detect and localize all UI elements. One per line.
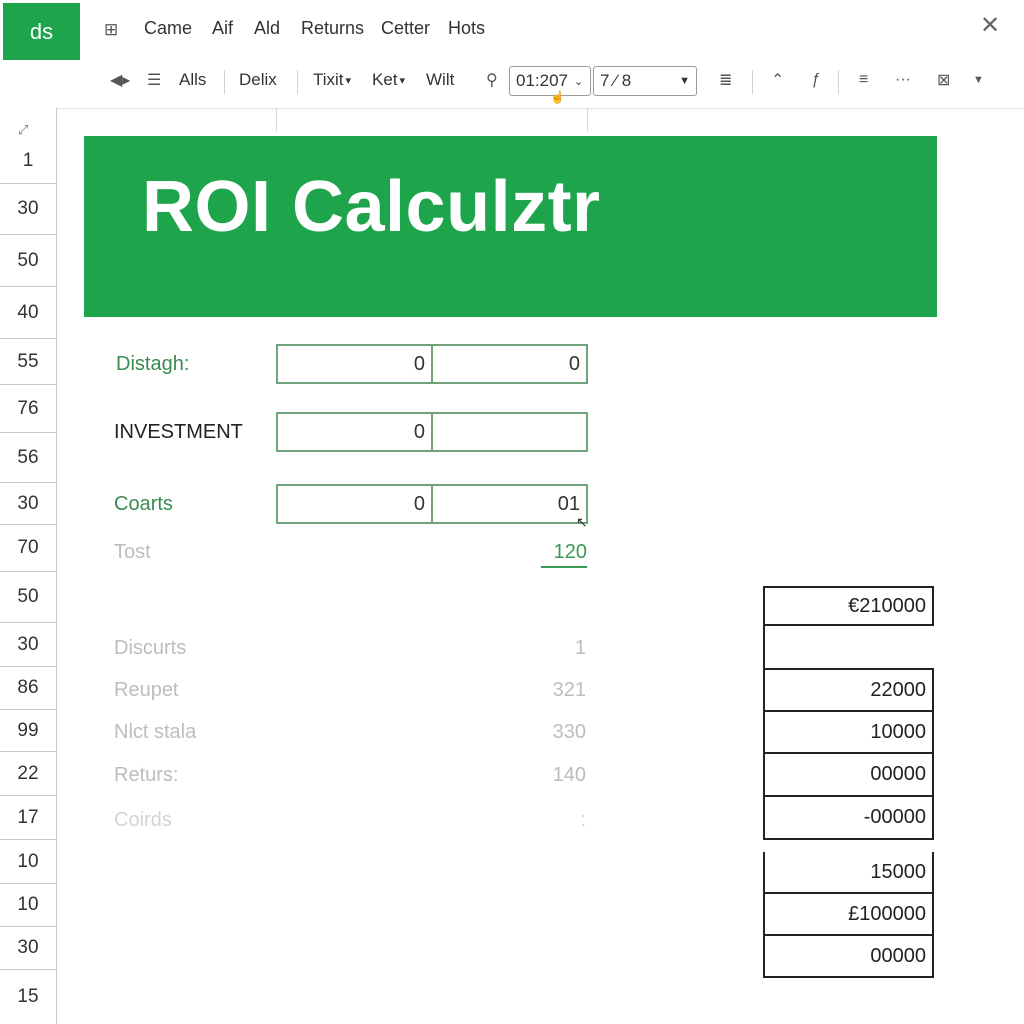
- input-label: Distagh:: [116, 353, 190, 375]
- row-header[interactable]: 15: [0, 970, 56, 1024]
- chevron-down-icon: ▼: [679, 75, 690, 87]
- summary-value: :: [580, 809, 586, 831]
- align-icon[interactable]: ≡: [859, 68, 868, 92]
- value-cell[interactable]: [763, 624, 934, 670]
- row-header[interactable]: 30: [0, 184, 56, 235]
- row-header[interactable]: 30: [0, 483, 56, 525]
- value-cell[interactable]: 15000: [763, 852, 934, 894]
- app-logo: ds: [3, 3, 80, 60]
- total-label: Tost: [114, 541, 151, 563]
- row-header[interactable]: 17: [0, 796, 56, 840]
- row-header[interactable]: 50: [0, 572, 56, 623]
- input-label: Coarts: [114, 493, 173, 515]
- toolbar-separator: [752, 70, 753, 94]
- row-header[interactable]: 50: [0, 235, 56, 287]
- sheet-title: ROI Calculztr: [142, 167, 601, 247]
- row-header[interactable]: 99: [0, 710, 56, 752]
- row-header[interactable]: 1: [0, 108, 56, 184]
- input-cell[interactable]: 0: [432, 344, 588, 384]
- total-value[interactable]: 120: [541, 541, 587, 568]
- value-cell[interactable]: -00000: [763, 795, 934, 840]
- column-separator: [276, 108, 277, 132]
- summary-label: Coirds: [114, 809, 172, 831]
- menu-item-hots[interactable]: Hots: [448, 18, 485, 39]
- page-icon[interactable]: ⊞: [104, 20, 118, 40]
- summary-value: 330: [552, 721, 586, 743]
- undo-icon[interactable]: ◀▸: [110, 68, 130, 92]
- menu-item-came[interactable]: Came: [144, 18, 192, 39]
- caret-up-icon[interactable]: ⌃: [771, 68, 784, 92]
- row-header[interactable]: 86: [0, 667, 56, 710]
- row-header[interactable]: 10: [0, 840, 56, 884]
- menu-item-ald[interactable]: Ald: [254, 18, 280, 39]
- summary-label: Returs:: [114, 764, 179, 786]
- more-icon[interactable]: ···: [895, 68, 911, 92]
- row-header[interactable]: 76: [0, 385, 56, 433]
- summary-label: Discurts: [114, 637, 187, 659]
- toolbar-alls[interactable]: Alls: [179, 68, 206, 92]
- summary-label: Nlct stala: [114, 721, 197, 743]
- list-icon[interactable]: ☰: [147, 68, 161, 92]
- menu-item-aif[interactable]: Aif: [212, 18, 233, 39]
- chevron-down-icon[interactable]: ▼: [973, 68, 984, 92]
- summary-value: 1: [574, 637, 586, 659]
- input-label: INVESTMENT: [114, 421, 243, 443]
- toolbar-wilt[interactable]: Wilt: [426, 68, 454, 92]
- input-cell[interactable]: [432, 412, 588, 452]
- column-separator: [587, 108, 588, 132]
- row-header[interactable]: 10: [0, 884, 56, 927]
- value-cell[interactable]: 00000: [763, 934, 934, 978]
- toolbar-ket-dropdown[interactable]: Ket ▾: [372, 68, 405, 92]
- value-cell[interactable]: 00000: [763, 752, 934, 797]
- chevron-down-icon: ▾: [345, 74, 352, 87]
- chevron-down-icon: ⌄: [574, 75, 584, 88]
- toolbar-separator: [224, 70, 225, 94]
- pin-icon[interactable]: ⚲: [486, 68, 498, 92]
- input-cell[interactable]: 01: [432, 484, 588, 524]
- input-cell[interactable]: 0: [276, 484, 433, 524]
- size-select-value: 7 ⁄ 8: [600, 71, 632, 90]
- toolbar-delix[interactable]: Delix: [239, 68, 277, 92]
- row-header[interactable]: 22: [0, 752, 56, 796]
- investment-input[interactable]: 0: [276, 412, 433, 452]
- row-header-column: 1 30 50 40 55 76 56 30 70 50 30 86 99 22…: [0, 108, 57, 1024]
- value-cell[interactable]: €210000: [763, 586, 934, 626]
- value-cell[interactable]: 22000: [763, 668, 934, 712]
- select-all-icon[interactable]: ⤢: [18, 122, 28, 138]
- row-header[interactable]: 30: [0, 927, 56, 970]
- menu-item-cetter[interactable]: Cetter: [381, 18, 430, 39]
- value-cell[interactable]: 10000: [763, 710, 934, 754]
- cursor-icon: ☝: [550, 90, 565, 104]
- row-header[interactable]: 40: [0, 287, 56, 339]
- row-header[interactable]: 55: [0, 339, 56, 385]
- function-icon[interactable]: ƒ: [811, 68, 820, 92]
- close-icon[interactable]: ✕: [980, 14, 1000, 38]
- cursor-icon: ↖: [576, 514, 588, 530]
- summary-value: 140: [552, 764, 586, 786]
- row-header[interactable]: 70: [0, 525, 56, 572]
- toolbar-ket-label: Ket: [372, 70, 398, 89]
- size-select[interactable]: 7 ⁄ 8 ▼: [593, 66, 697, 96]
- menu-item-returns[interactable]: Returns: [301, 18, 364, 39]
- format-icon[interactable]: ≣: [719, 68, 732, 92]
- value-cell[interactable]: £100000: [763, 892, 934, 936]
- toolbar-tixit-dropdown[interactable]: Tixit ▾: [313, 68, 351, 92]
- toolbar-separator: [297, 70, 298, 94]
- toolbar-separator: [838, 70, 839, 94]
- row-header[interactable]: 30: [0, 623, 56, 667]
- time-input-value: 01:207: [516, 71, 568, 90]
- toolbar-tixit-label: Tixit: [313, 70, 344, 89]
- chevron-down-icon: ▾: [399, 74, 406, 87]
- summary-label: Reupet: [114, 679, 179, 701]
- summary-value: 321: [552, 679, 586, 701]
- input-cell[interactable]: 0: [276, 344, 433, 384]
- row-header[interactable]: 56: [0, 433, 56, 483]
- image-edit-icon[interactable]: ⊠: [937, 68, 950, 92]
- toolbar-divider: [0, 108, 1024, 109]
